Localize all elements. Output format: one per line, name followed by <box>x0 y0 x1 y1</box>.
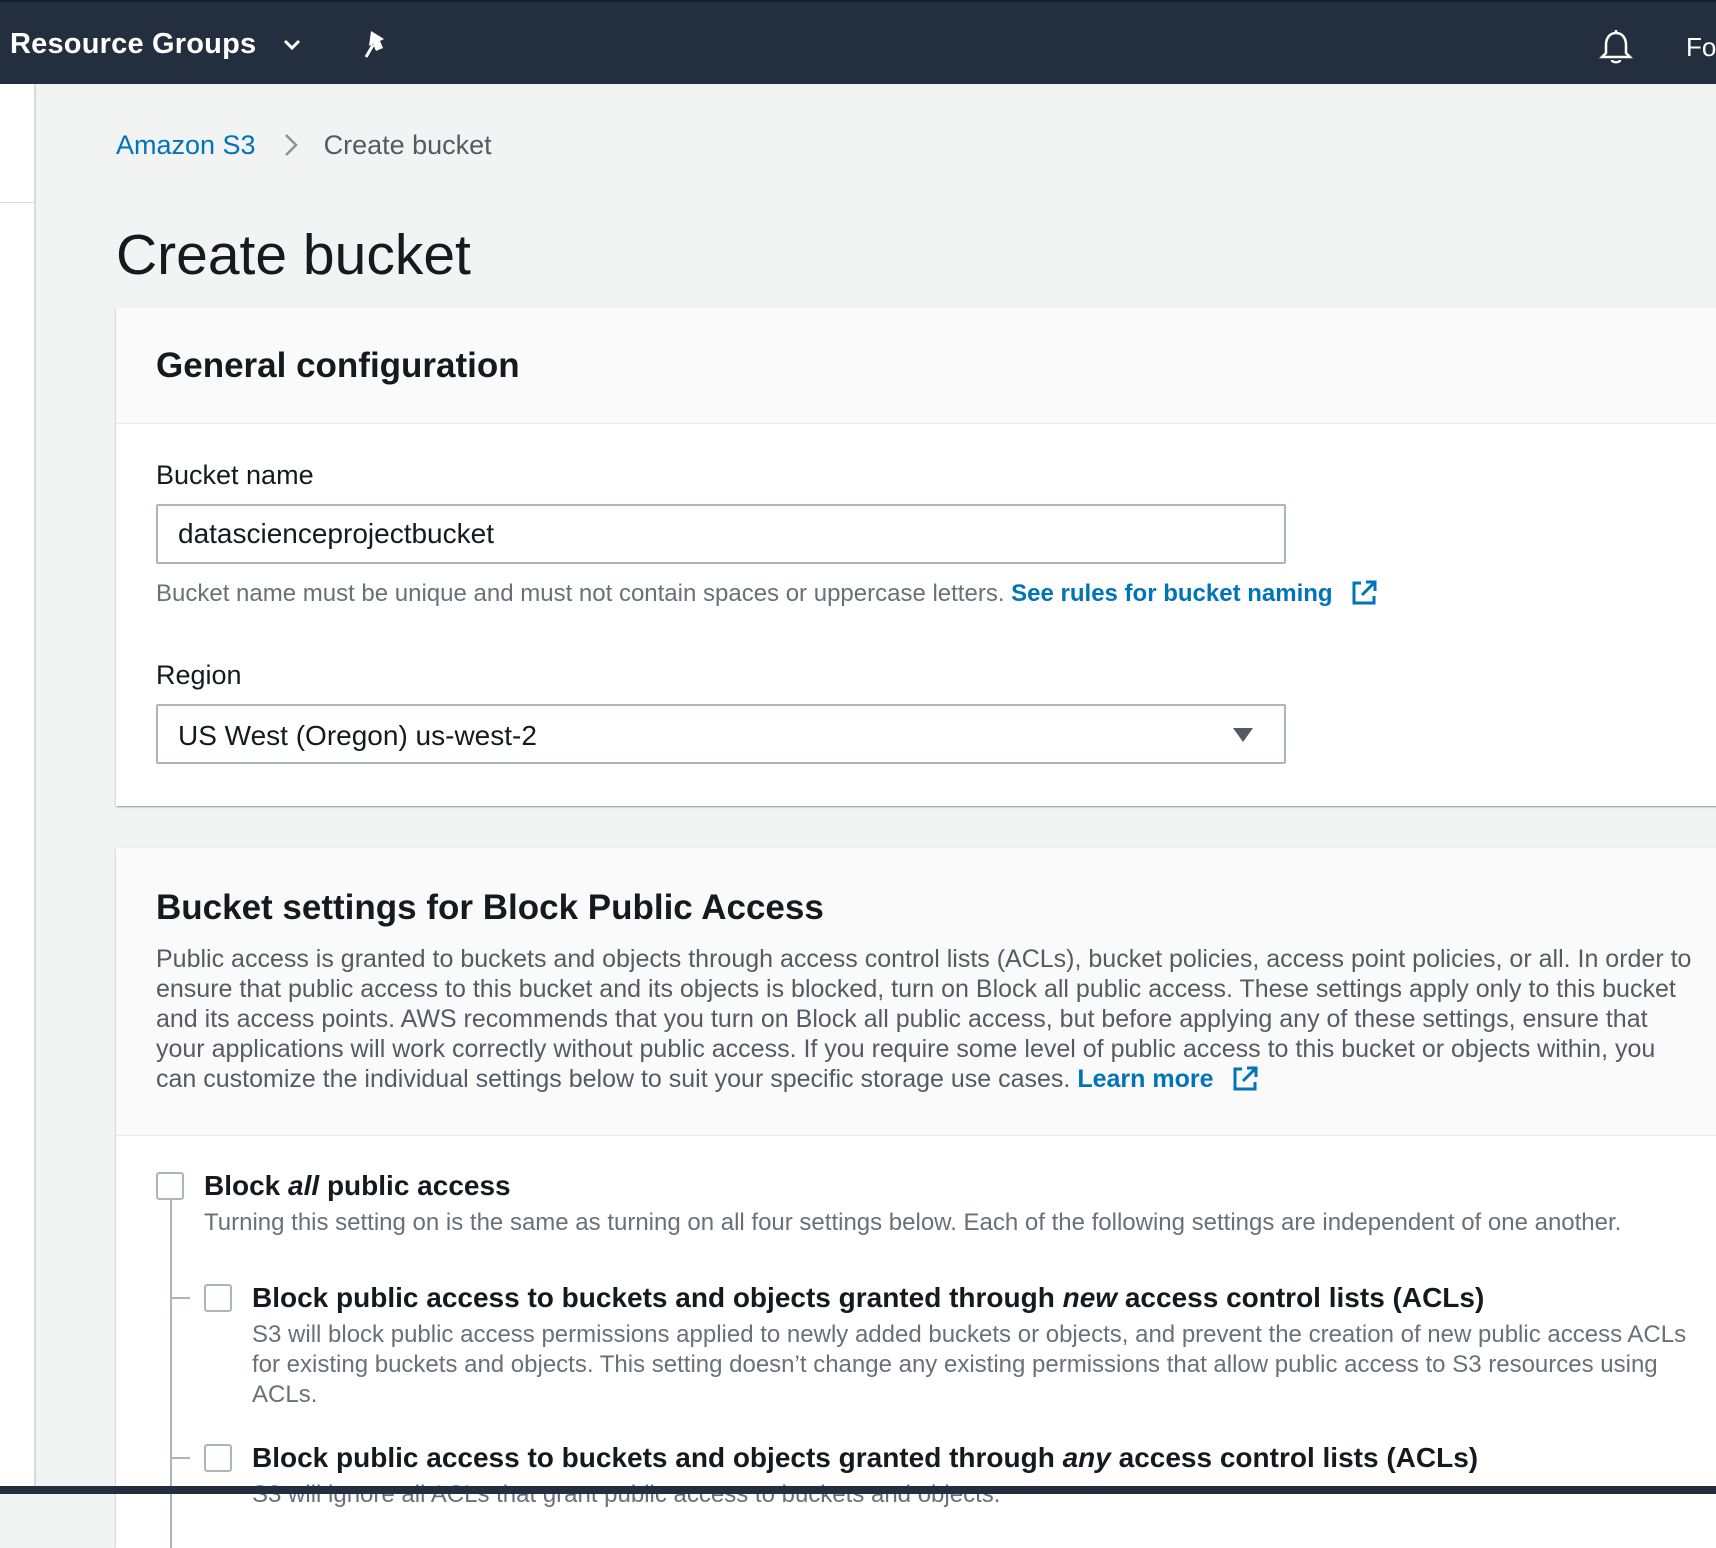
page-title: Create bucket <box>116 223 471 287</box>
block-new-acls-title: Block public access to buckets and objec… <box>252 1282 1484 1314</box>
account-menu[interactable]: Fo <box>1686 32 1716 63</box>
panel-header: Bucket settings for Block Public Access … <box>116 848 1716 1136</box>
panel-title: General configuration <box>156 346 520 385</box>
bell-icon[interactable] <box>1599 29 1633 65</box>
bucket-name-hint: Bucket name must be unique and must not … <box>156 578 1379 608</box>
resource-groups-menu[interactable]: Resource Groups <box>10 28 256 61</box>
title-part: access control lists (ACLs) <box>1110 1442 1479 1473</box>
chevron-right-icon <box>284 134 298 156</box>
bucket-naming-rules-link[interactable]: See rules for bucket naming <box>1011 580 1332 607</box>
block-public-access-panel: Bucket settings for Block Public Access … <box>116 848 1716 1548</box>
caret-down-icon <box>1233 728 1253 742</box>
region-select[interactable]: US West (Oregon) us-west-2 <box>156 704 1286 764</box>
block-any-acls-description: S3 will ignore all ACLs that grant publi… <box>252 1481 1001 1508</box>
breadcrumb: Amazon S3 Create bucket <box>116 130 492 161</box>
bucket-name-hint-text: Bucket name must be unique and must not … <box>156 580 1005 607</box>
title-part: Block <box>204 1170 289 1201</box>
external-link-icon[interactable] <box>1230 1064 1260 1094</box>
tree-connector-branch <box>170 1297 190 1299</box>
block-all-public-access-checkbox[interactable] <box>156 1172 184 1200</box>
title-part: public access <box>319 1170 511 1201</box>
learn-more-link[interactable]: Learn more <box>1077 1065 1213 1093</box>
title-emphasis: all <box>288 1170 320 1201</box>
block-new-acls-description: S3 will block public access permissions … <box>252 1321 1687 1408</box>
general-configuration-panel: General configuration Bucket name Bucket… <box>116 308 1716 806</box>
pin-icon[interactable] <box>362 29 390 59</box>
bottom-edge-bar <box>0 1486 1716 1494</box>
breadcrumb-amazon-s3-link[interactable]: Amazon S3 <box>116 130 256 160</box>
panel-description-text: Public access is granted to buckets and … <box>156 945 1692 1093</box>
block-any-acls-title: Block public access to buckets and objec… <box>252 1442 1478 1474</box>
sidebar-panel <box>0 84 36 1494</box>
title-part: Block public access to buckets and objec… <box>252 1442 1063 1473</box>
title-part: Block public access to buckets and objec… <box>252 1282 1063 1313</box>
panel-title: Bucket settings for Block Public Access <box>156 888 824 927</box>
title-emphasis: new <box>1062 1282 1118 1313</box>
block-all-public-access-title: Block all public access <box>204 1170 511 1202</box>
bucket-name-input[interactable] <box>156 504 1286 564</box>
region-label: Region <box>156 660 242 690</box>
title-emphasis: any <box>1062 1442 1111 1473</box>
chevron-down-icon[interactable] <box>282 38 302 52</box>
breadcrumb-current: Create bucket <box>323 130 492 160</box>
panel-header: General configuration <box>116 308 1716 424</box>
title-part: access control lists (ACLs) <box>1117 1282 1485 1313</box>
top-navigation-bar: Resource Groups Fo <box>0 0 1716 84</box>
region-select-value: US West (Oregon) us-west-2 <box>178 720 537 751</box>
tree-connector-branch <box>170 1457 190 1459</box>
block-any-acls-checkbox[interactable] <box>204 1444 232 1472</box>
block-new-acls-checkbox[interactable] <box>204 1284 232 1312</box>
bucket-name-label: Bucket name <box>156 460 314 490</box>
block-all-public-access-description: Turning this setting on is the same as t… <box>204 1209 1622 1236</box>
sidebar-divider <box>0 202 34 203</box>
panel-description: Public access is granted to buckets and … <box>156 944 1696 1094</box>
external-link-icon[interactable] <box>1349 578 1379 608</box>
